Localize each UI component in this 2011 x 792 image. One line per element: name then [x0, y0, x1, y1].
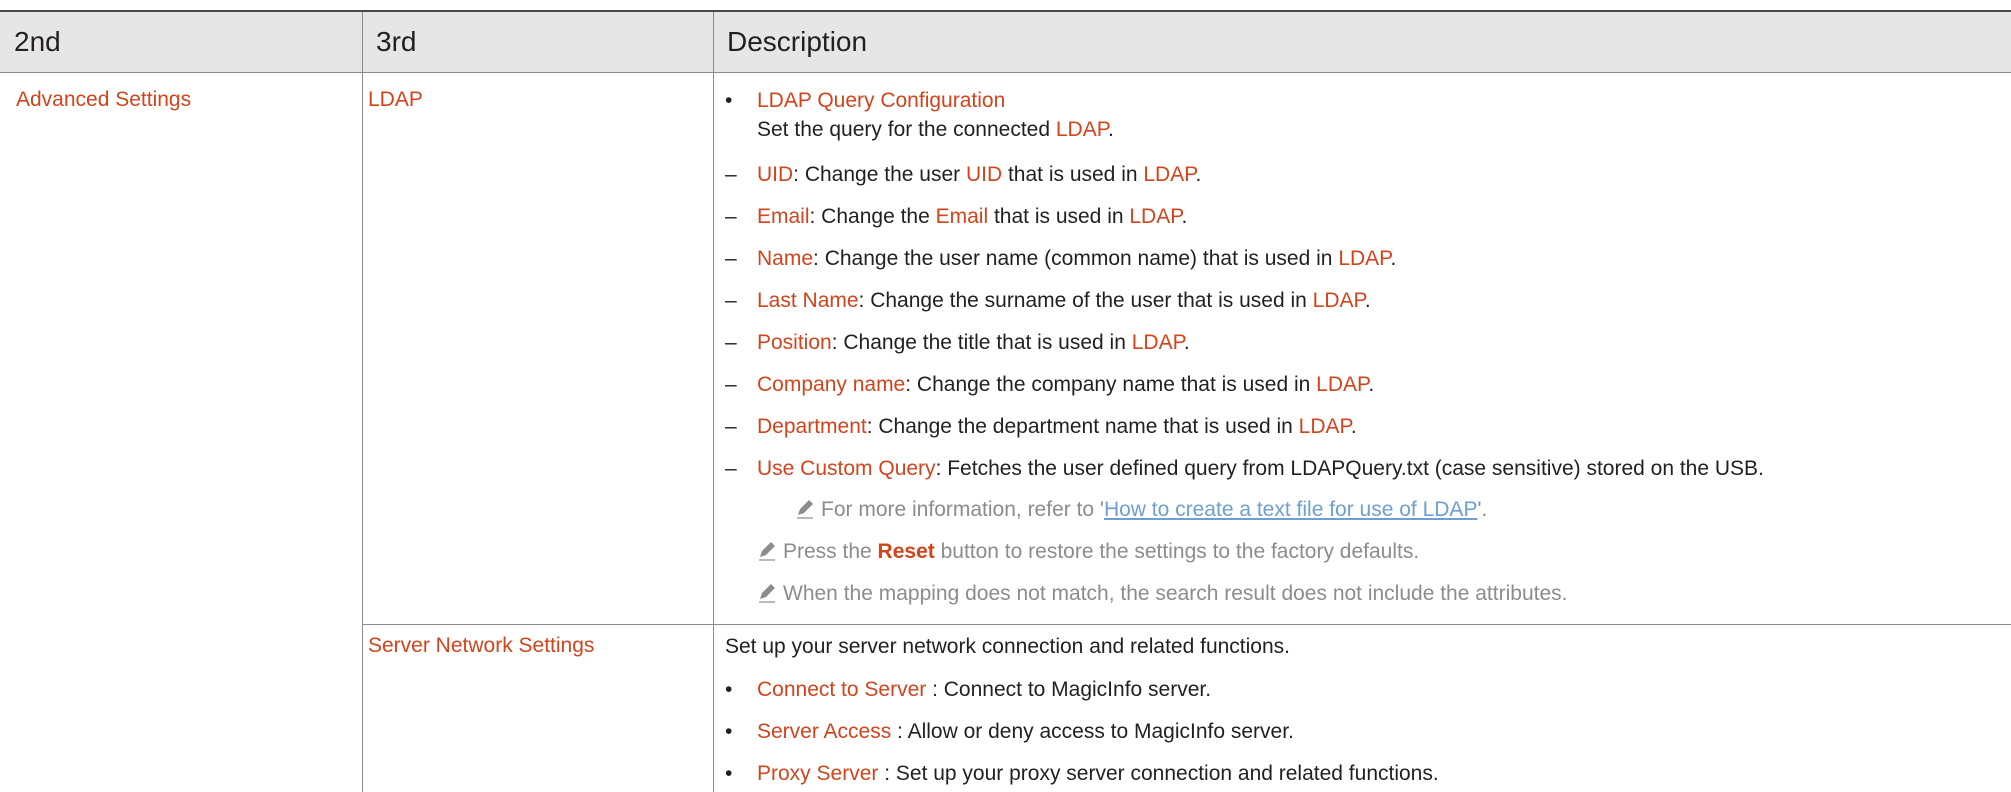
- pencil-note-icon: [757, 581, 783, 610]
- dash-icon: –: [725, 205, 737, 228]
- column-divider-2: [713, 12, 714, 792]
- cell-server-network-settings: Server Network Settings: [368, 634, 595, 657]
- dash-icon: –: [725, 289, 737, 312]
- list-item-uid: – UID: Change the user UID that is used i…: [725, 163, 1202, 186]
- ldap-query-desc: Set the query for the connected LDAP.: [757, 118, 1114, 141]
- ldap-text-file-link[interactable]: How to create a text file for use of LDA…: [1104, 498, 1478, 521]
- dash-icon: –: [725, 415, 737, 438]
- server-network-intro: Set up your server network connection an…: [725, 635, 1290, 658]
- header-description: Description: [713, 12, 2011, 72]
- row-divider: [362, 624, 2011, 625]
- header-2nd: 2nd: [0, 12, 362, 72]
- pencil-note-icon: [795, 497, 821, 526]
- bullet-icon: •: [725, 678, 733, 701]
- bullet-server-access: • Server Access : Allow or deny access to…: [725, 720, 1294, 743]
- dash-icon: –: [725, 163, 737, 186]
- pencil-note-icon: [757, 539, 783, 568]
- reset-term: Reset: [877, 540, 935, 563]
- bullet-icon: •: [725, 762, 733, 785]
- bullet-icon: •: [725, 89, 733, 112]
- reset-note: Press the Reset button to restore the se…: [725, 539, 1419, 568]
- ldap-query-title: LDAP Query Configuration: [757, 89, 1006, 112]
- bullet-icon: •: [725, 720, 733, 743]
- list-item-use-custom-query: – Use Custom Query: Fetches the user defi…: [725, 457, 1764, 480]
- sub-note: For more information, refer to 'How to c…: [725, 497, 1487, 526]
- bullet-proxy-server: • Proxy Server : Set up your proxy server…: [725, 762, 1439, 785]
- list-item-company-name: – Company name: Change the company name t…: [725, 373, 1375, 396]
- list-item-position: – Position: Change the title that is used…: [725, 331, 1190, 354]
- dash-icon: –: [725, 247, 737, 270]
- cell-ldap: LDAP: [368, 88, 423, 111]
- dash-icon: –: [725, 457, 737, 480]
- cell-advanced-settings: Advanced Settings: [16, 88, 192, 111]
- dash-icon: –: [725, 331, 737, 354]
- mapping-note: When the mapping does not match, the sea…: [725, 581, 1567, 610]
- list-item-name: – Name: Change the user name (common name…: [725, 247, 1397, 270]
- dash-icon: –: [725, 373, 737, 396]
- list-item-last-name: – Last Name: Change the surname of the us…: [725, 289, 1371, 312]
- ldap-query-bullet: • LDAP Query Configuration: [725, 88, 1005, 114]
- column-divider-1: [362, 12, 363, 792]
- header-divider: [0, 72, 2011, 73]
- list-item-email: – Email: Change the Email that is used in…: [725, 205, 1188, 228]
- list-item-department: – Department: Change the department name …: [725, 415, 1357, 438]
- bullet-connect-to-server: • Connect to Server : Connect to MagicInf…: [725, 678, 1212, 701]
- header-3rd: 3rd: [362, 12, 713, 72]
